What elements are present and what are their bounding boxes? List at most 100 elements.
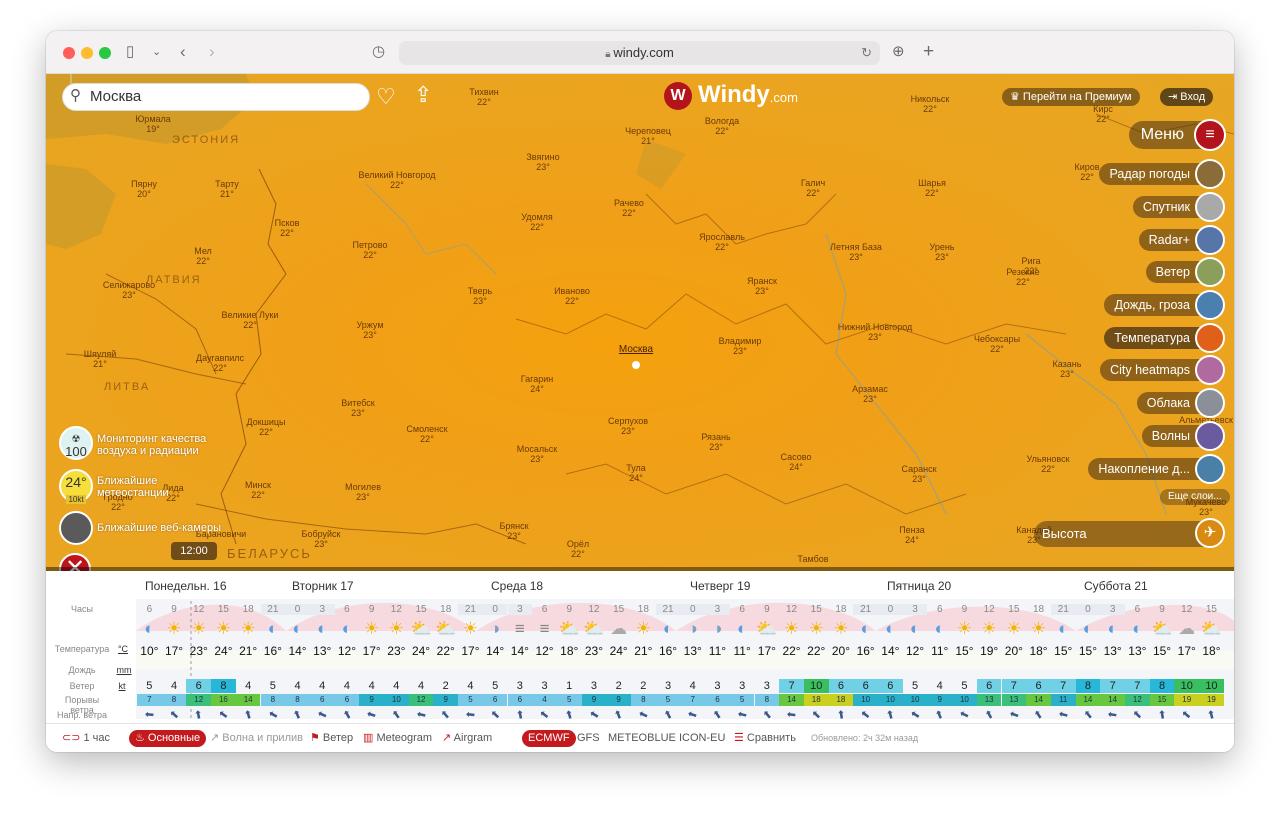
history-icon[interactable]: ◷ — [372, 42, 385, 62]
layer-city-heatmaps[interactable]: City heatmaps — [1100, 355, 1225, 385]
download-icon[interactable]: ⊕ — [892, 42, 905, 62]
day-header[interactable]: Четверг 19 — [690, 579, 750, 593]
city-label[interactable]: Яранск 23° — [747, 276, 777, 296]
city-label[interactable]: Удомля 22° — [521, 212, 553, 232]
timeline-time[interactable]: 12:00 — [171, 542, 217, 560]
city-label[interactable]: Владимир 23° — [719, 336, 762, 356]
city-label[interactable]: Звягино 23° — [526, 152, 559, 172]
tab-waves[interactable]: ↗ Волна и прилив — [210, 724, 303, 752]
city-label[interactable]: Тверь 23° — [468, 286, 492, 306]
city-label[interactable]: Рачево 22° — [614, 198, 644, 218]
webcams-label[interactable]: Ближайшие веб-камеры — [97, 522, 221, 534]
city-label[interactable]: Псков 22° — [275, 218, 300, 238]
weather-map[interactable]: ЭСТОНИЯ ЛАТВИЯ ЛИТВА БЕЛАРУСЬ Тихвин 22° Ч… — [46, 74, 1234, 571]
layer-clouds[interactable]: Облака — [1136, 388, 1225, 418]
city-label[interactable]: Саранск 23° — [901, 464, 936, 484]
new-tab-icon[interactable]: + — [923, 42, 934, 62]
city-label[interactable]: Тамбов — [797, 554, 828, 564]
city-label[interactable]: Смоленск 22° — [406, 424, 447, 444]
city-label[interactable]: Тарту 21° — [215, 179, 239, 199]
city-label[interactable]: Киров 22° — [1074, 162, 1099, 182]
city-label[interactable]: Великий Новгород 22° — [359, 170, 436, 190]
windy-logo[interactable]: W Windy.com — [664, 81, 798, 110]
city-label[interactable]: Москва — [619, 345, 653, 355]
forward-icon[interactable]: › — [209, 42, 215, 62]
altitude-selector[interactable]: Высота ✈ — [1034, 518, 1225, 548]
day-header[interactable]: Понедельн. 16 — [145, 579, 227, 593]
city-label[interactable]: Могилев 23° — [345, 482, 381, 502]
air-quality-label[interactable]: Мониторинг качества воздуха и радиации — [97, 433, 207, 457]
close-window-button[interactable] — [63, 47, 75, 59]
day-header[interactable]: Пятница 20 — [887, 579, 951, 593]
city-label[interactable]: Ярославль 22° — [699, 232, 745, 252]
city-label[interactable]: Сасово 24° — [781, 452, 812, 472]
menu-button[interactable]: Меню ≡ — [1128, 119, 1226, 151]
layer-wind[interactable]: Ветер — [1145, 257, 1225, 287]
nearest-stations-button[interactable]: 24° 10kt — [59, 469, 93, 504]
city-label[interactable]: Гагарин 24° — [521, 374, 553, 394]
city-label[interactable]: Селижарово 23° — [103, 280, 155, 300]
city-label[interactable]: Серпухов 23° — [608, 416, 648, 436]
minimize-window-button[interactable] — [81, 47, 93, 59]
tab-basic[interactable]: ♨ Основные — [129, 730, 207, 747]
tab-airgram[interactable]: ↗ Airgram — [442, 724, 492, 752]
city-label[interactable]: Резекне 22° — [1006, 267, 1039, 287]
layer-satellite[interactable]: Спутник — [1132, 192, 1225, 222]
city-label[interactable]: Мосальск 23° — [517, 444, 558, 464]
city-label[interactable]: Орёл 22° — [567, 539, 589, 559]
chevron-down-icon[interactable]: ⌄ — [152, 42, 161, 62]
interval-toggle[interactable]: ⊂⊃ 1 час — [62, 724, 110, 752]
search-input[interactable]: ⚲ Москва — [62, 83, 370, 111]
day-header[interactable]: Среда 18 — [491, 579, 543, 593]
wind-unit[interactable]: kt — [116, 681, 128, 691]
city-label[interactable]: Летняя База 23° — [830, 242, 882, 262]
city-label[interactable]: Уржум 23° — [356, 320, 383, 340]
rain-unit[interactable]: mm — [116, 665, 132, 675]
city-label[interactable]: Арзамас 23° — [852, 384, 888, 404]
tab-meteogram[interactable]: ▥ Meteogram — [363, 724, 432, 752]
sidebar-toggle-icon[interactable]: ▯ — [126, 42, 134, 62]
city-label[interactable]: Докшицы 22° — [246, 417, 285, 437]
city-label[interactable]: Никольск 22° — [911, 94, 950, 114]
city-label[interactable]: Нижний Новгород 23° — [838, 322, 913, 342]
city-label[interactable]: Кирс 22° — [1093, 104, 1113, 124]
city-label[interactable]: Брянск 23° — [499, 521, 528, 541]
city-label[interactable]: Галич 22° — [801, 178, 825, 198]
layer-temperature[interactable]: Температура — [1104, 323, 1225, 353]
city-label[interactable]: Тула 24° — [626, 463, 646, 483]
city-label[interactable]: Рязань 23° — [701, 432, 730, 452]
city-label[interactable]: Череповец 21° — [625, 126, 671, 146]
city-label[interactable]: Казань 23° — [1053, 359, 1082, 379]
layer-radar[interactable]: Радар погоды — [1099, 159, 1225, 189]
city-label[interactable]: Ульяновск 22° — [1026, 454, 1069, 474]
model-meteoblue[interactable]: METEOBLUE — [608, 724, 676, 752]
city-label[interactable]: Пенза 24° — [899, 525, 925, 545]
layer-radar-plus[interactable]: Radar+ — [1138, 225, 1225, 255]
compare-button[interactable]: ☰ Сравнить — [734, 724, 796, 752]
city-label[interactable]: Минск 22° — [245, 480, 271, 500]
zoom-window-button[interactable] — [99, 47, 111, 59]
login-button[interactable]: ⇥ Вход — [1160, 88, 1214, 106]
city-label[interactable]: Урень 23° — [930, 242, 955, 262]
city-label[interactable]: Бобруйск 23° — [302, 529, 341, 549]
model-icon-eu[interactable]: ICON-EU — [679, 724, 725, 752]
model-gfs[interactable]: GFS — [577, 724, 600, 752]
city-label[interactable]: Юрмала 19° — [135, 114, 171, 134]
heart-icon[interactable]: ♡ — [376, 84, 396, 110]
city-label[interactable]: Иваново 22° — [554, 286, 590, 306]
premium-button[interactable]: ♛ Перейти на Премиум — [1002, 88, 1140, 106]
city-label[interactable]: Пярну 20° — [131, 179, 157, 199]
air-quality-button[interactable]: ☢ 100 — [59, 426, 93, 460]
model-ecmwf[interactable]: ECMWF — [522, 730, 576, 747]
address-bar[interactable]: 🔒︎ windy.com ↻ — [399, 41, 880, 65]
layer-rain-thunder[interactable]: Дождь, гроза — [1104, 290, 1225, 320]
city-label[interactable]: Шяуляй 21° — [84, 349, 117, 369]
temp-unit[interactable]: °C — [116, 644, 130, 654]
share-icon[interactable]: ⇪ — [414, 82, 432, 108]
city-label[interactable]: Тихвин 22° — [469, 87, 498, 107]
city-label[interactable]: Чебоксары 22° — [974, 334, 1020, 354]
city-label[interactable]: Петрово 22° — [353, 240, 388, 260]
day-header[interactable]: Суббота 21 — [1084, 579, 1148, 593]
city-label[interactable]: Витебск 23° — [341, 398, 374, 418]
nearest-stations-label[interactable]: Ближайшие метеостанции — [97, 475, 177, 499]
